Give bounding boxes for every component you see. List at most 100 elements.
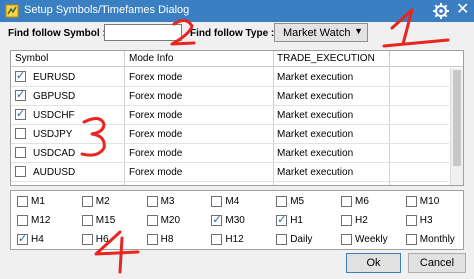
timeframe-checkbox[interactable] [81, 234, 93, 245]
timeframe-label: M12 [31, 215, 51, 226]
title-bar[interactable]: Setup Symbols/Timefames Dialog ✕ [0, 0, 474, 22]
timeframe-checkbox[interactable] [17, 215, 28, 226]
timeframe-label: H6 [95, 234, 109, 245]
cancel-button[interactable]: Cancel [408, 253, 466, 273]
chevron-down-icon: ▼ [354, 26, 363, 36]
timeframe-option[interactable]: H2 [335, 211, 400, 230]
timeframe-checkbox[interactable] [276, 196, 288, 207]
cell-symbol: GBPUSD [33, 91, 76, 102]
timeframe-checkbox[interactable]: ✓ [276, 214, 288, 226]
timeframe-label: H8 [160, 234, 174, 245]
timeframe-label: M20 [160, 215, 181, 226]
type-dropdown-value: Market Watch [283, 27, 351, 39]
timeframe-checkbox[interactable] [405, 234, 417, 245]
timeframe-checkbox[interactable] [146, 234, 158, 245]
table-row[interactable]: ✓ GBPUSD Forex mode Market execution [11, 87, 449, 106]
ok-button[interactable]: Ok [346, 253, 401, 273]
scrollbar-thumb[interactable] [453, 70, 461, 166]
timeframe-label: Weekly [355, 234, 388, 245]
timeframe-label: H3 [419, 215, 433, 226]
timeframe-option[interactable]: H12 [205, 230, 270, 249]
timeframe-option[interactable]: M5 [270, 192, 335, 211]
cell-mode-info: Forex mode [129, 91, 183, 102]
column-header-mode-info[interactable]: Mode Info [129, 53, 173, 64]
table-scrollbar[interactable] [450, 68, 463, 185]
timeframe-option[interactable]: ✓ H1 [270, 211, 335, 230]
type-dropdown[interactable]: Market Watch ▼ [274, 23, 368, 42]
timeframe-checkbox[interactable] [17, 196, 28, 207]
timeframe-option[interactable]: M3 [141, 192, 206, 211]
timeframe-option[interactable]: H3 [400, 211, 465, 230]
row-checkbox[interactable]: ✓ [15, 70, 26, 82]
row-checkbox[interactable] [15, 128, 26, 139]
timeframe-option[interactable]: M20 [141, 211, 206, 230]
row-checkbox[interactable] [15, 147, 26, 158]
timeframe-option[interactable]: Monthly [400, 230, 465, 249]
timeframe-option[interactable]: M2 [76, 192, 141, 211]
symbol-filter-label: Find follow Symbol : [8, 28, 106, 39]
table-row[interactable]: AUDUSD Forex mode Market execution [11, 163, 449, 182]
timeframe-label: M15 [95, 215, 116, 226]
check-icon: ✓ [18, 233, 28, 245]
timeframe-option[interactable]: M12 [11, 211, 76, 230]
timeframe-checkbox[interactable] [341, 196, 352, 207]
table-row[interactable]: USDCAD Forex mode Market execution [11, 144, 449, 163]
cell-symbol: USDCHF [33, 110, 75, 121]
cell-trade-execution: Market execution [277, 72, 354, 83]
timeframe-checkbox[interactable] [405, 215, 417, 226]
timeframe-checkbox[interactable] [276, 234, 288, 245]
timeframe-checkbox[interactable] [211, 196, 223, 207]
cell-trade-execution: Market execution [277, 148, 354, 159]
check-icon: ✓ [16, 70, 26, 82]
timeframe-option[interactable]: ✓ M30 [205, 211, 270, 230]
timeframe-option[interactable]: H8 [141, 230, 206, 249]
timeframe-option[interactable]: ✓ H4 [11, 230, 76, 249]
check-icon: ✓ [16, 108, 26, 120]
timeframe-option[interactable]: Daily [270, 230, 335, 249]
timeframe-option[interactable]: M10 [400, 192, 465, 211]
timeframe-label: M4 [225, 196, 240, 207]
timeframe-option[interactable]: H6 [76, 230, 141, 249]
timeframe-option[interactable]: M6 [335, 192, 400, 211]
timeframe-label: H2 [355, 215, 368, 226]
timeframe-option[interactable]: M1 [11, 192, 76, 211]
column-header-trade-execution[interactable]: TRADE_EXECUTION [277, 53, 375, 64]
timeframe-label: M2 [95, 196, 110, 207]
symbol-search-input[interactable] [104, 24, 182, 41]
timeframe-checkbox[interactable]: ✓ [17, 233, 28, 245]
timeframe-option[interactable]: Weekly [335, 230, 400, 249]
timeframe-option[interactable]: M15 [76, 211, 141, 230]
column-header-symbol[interactable]: Symbol [15, 53, 48, 64]
cell-symbol: EURUSD [33, 72, 76, 83]
timeframe-label: M1 [31, 196, 45, 207]
timeframe-checkbox[interactable] [341, 215, 352, 226]
timeframe-label: M30 [225, 215, 245, 226]
table-row[interactable]: ✓ EURUSD Forex mode Market execution [11, 68, 449, 87]
timeframe-checkbox[interactable] [81, 215, 93, 226]
table-row[interactable]: USDJPY Forex mode Market execution [11, 125, 449, 144]
cell-mode-info: Forex mode [129, 129, 183, 140]
timeframe-checkbox[interactable]: ✓ [211, 214, 223, 226]
timeframe-checkbox[interactable] [405, 196, 417, 207]
timeframe-option[interactable]: M4 [205, 192, 270, 211]
cell-trade-execution: Market execution [277, 129, 354, 140]
window-title: Setup Symbols/Timefames Dialog [24, 4, 190, 16]
row-checkbox[interactable]: ✓ [15, 89, 26, 101]
timeframe-checkbox[interactable] [146, 215, 158, 226]
timeframe-label: H1 [290, 215, 303, 226]
close-icon[interactable]: ✕ [456, 1, 469, 19]
gear-icon[interactable] [432, 2, 450, 20]
cell-mode-info: Forex mode [129, 110, 183, 121]
timeframe-checkbox[interactable] [341, 234, 352, 245]
cell-trade-execution: Market execution [277, 91, 354, 102]
cell-trade-execution: Market execution [277, 110, 354, 121]
table-row[interactable]: ✓ USDCHF Forex mode Market execution [11, 106, 449, 125]
cell-symbol: USDJPY [33, 129, 73, 140]
row-checkbox[interactable]: ✓ [15, 108, 26, 120]
row-checkbox[interactable] [15, 166, 26, 177]
timeframe-label: M6 [355, 196, 369, 207]
cell-trade-execution: Market execution [277, 167, 354, 178]
timeframe-checkbox[interactable] [146, 196, 158, 207]
timeframe-checkbox[interactable] [211, 234, 223, 245]
timeframe-checkbox[interactable] [81, 196, 93, 207]
